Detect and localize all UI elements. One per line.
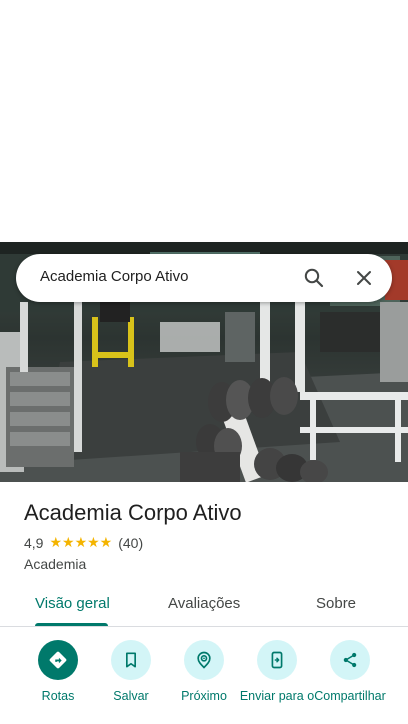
map-area [0,0,408,242]
tab-bar: Visão geral Avaliações Sobre [0,585,408,627]
nearby-icon [184,640,224,680]
rating-value: 4,9 [24,535,44,551]
directions-button[interactable]: Rotas [18,640,98,703]
search-input[interactable]: Academia Corpo Ativo [40,268,188,285]
place-category[interactable]: Academia [24,556,86,572]
review-count: (40) [118,535,144,551]
share-label: Compartilhar [314,689,386,703]
share-icon [330,640,370,680]
save-button[interactable]: Salvar [91,640,171,703]
save-label: Salvar [113,689,149,703]
share-button[interactable]: Compartilhar [310,640,390,703]
close-icon[interactable] [352,266,376,290]
rating-row[interactable]: 4,9 ★★★★★ (40) [24,535,143,551]
tab-indicator [35,623,108,626]
tab-overview[interactable]: Visão geral [35,595,110,612]
send-to-phone-icon [257,640,297,680]
directions-icon [38,640,78,680]
bookmark-icon [111,640,151,680]
search-icon[interactable] [302,266,326,290]
send-to-phone-label: Enviar para o [239,689,315,703]
tab-about[interactable]: Sobre [316,595,356,612]
tab-reviews[interactable]: Avaliações [168,595,240,612]
nearby-label: Próximo [181,689,227,703]
search-bar[interactable]: Academia Corpo Ativo [16,254,392,302]
place-title: Academia Corpo Ativo [24,500,242,525]
directions-label: Rotas [41,689,75,703]
star-rating-icon: ★★★★★ [49,535,113,551]
nearby-button[interactable]: Próximo [164,640,244,703]
send-to-phone-button[interactable]: Enviar para o [237,640,317,703]
